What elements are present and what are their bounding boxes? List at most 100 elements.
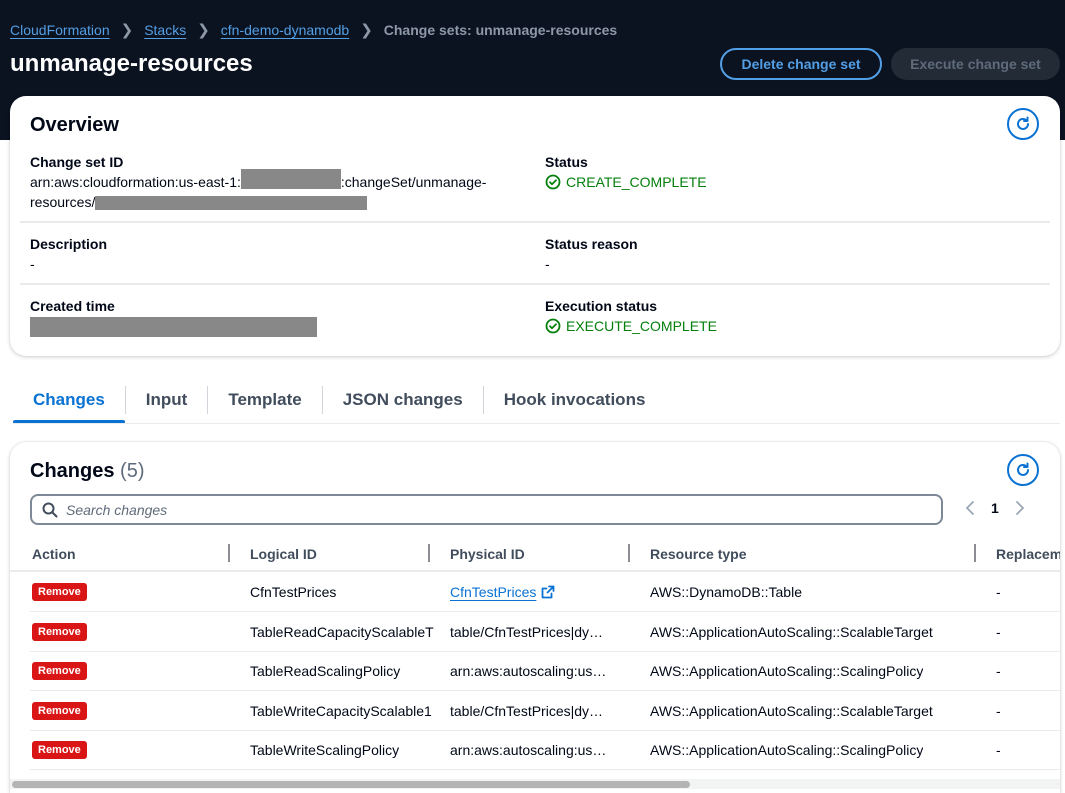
column-resizer[interactable] [228, 544, 230, 562]
tab-hook-invocations[interactable]: Hook invocations [484, 378, 666, 422]
status-text: CREATE_COMPLETE [566, 174, 707, 190]
execution-status-value: EXECUTE_COMPLETE [545, 316, 717, 336]
physical-id-cell: arn:aws:autoscaling:us… [450, 730, 634, 769]
resource-type-cell: AWS::DynamoDB::Table [650, 583, 802, 600]
divider [20, 221, 1050, 223]
column-resizer[interactable] [628, 544, 630, 562]
change-set-id-field: Change set ID arn:aws:cloudformation:us-… [30, 152, 520, 212]
change-set-id-value: arn:aws:cloudformation:us-east-1: :change… [30, 169, 520, 212]
delete-change-set-button[interactable]: Delete change set [720, 48, 882, 80]
physical-id-text: arn:aws:autoscaling:us… [450, 741, 607, 758]
logical-id-cell: TableReadScalingPolicy [250, 662, 401, 679]
redacted-account-id [240, 169, 341, 190]
action-cell: Remove [32, 612, 87, 651]
overview-panel: Overview Change set ID arn:aws:cloudform… [10, 96, 1060, 356]
physical-id-link[interactable]: CfnTestPrices [450, 584, 555, 600]
tab-changes[interactable]: Changes [13, 378, 125, 424]
search-changes-input[interactable] [66, 501, 916, 518]
remove-badge: Remove [32, 622, 87, 641]
physical-id-link-text[interactable]: CfnTestPrices [450, 584, 536, 600]
table-row[interactable]: Remove TableWriteScalingPolicy arn:aws:aut… [30, 730, 1060, 770]
refresh-changes-button[interactable] [1007, 454, 1039, 486]
changes-count: (5) [120, 460, 145, 482]
changes-title-text: Changes [30, 460, 115, 482]
remove-badge: Remove [32, 740, 87, 759]
column-resizer[interactable] [974, 544, 976, 562]
remove-badge: Remove [32, 661, 87, 680]
column-header-physical-id[interactable]: Physical ID [450, 538, 525, 570]
resource-type-cell: AWS::ApplicationAutoScaling::ScalingPoli… [650, 662, 924, 679]
chevron-right-icon: ❯ [120, 22, 134, 39]
horizontal-scrollbar-thumb[interactable] [12, 781, 690, 788]
change-set-id-line2: resources/ [30, 194, 96, 210]
refresh-icon [1017, 116, 1029, 130]
column-header-replacement[interactable]: Replacem [996, 538, 1060, 570]
search-changes-field[interactable] [30, 494, 943, 525]
logical-id-cell: TableReadCapacityScalableT [250, 623, 434, 640]
table-row[interactable]: Remove TableReadScalingPolicy arn:aws:auto… [30, 651, 1060, 691]
execution-status-text: EXECUTE_COMPLETE [566, 318, 717, 334]
created-time-field: Created time [30, 296, 317, 338]
physical-id-text: table/CfnTestPrices|dy… [450, 623, 604, 640]
replacement-cell: - [996, 583, 1001, 600]
refresh-icon [1017, 462, 1029, 476]
changes-panel: Changes (5) 1 Action Logical ID Physical… [10, 442, 1060, 793]
status-reason-value: - [545, 256, 550, 272]
created-time-label: Created time [30, 298, 115, 314]
resource-type-cell: AWS::ApplicationAutoScaling::ScalableTar… [650, 623, 933, 640]
change-set-id-mid: :changeSet/unmanage- [340, 174, 487, 190]
tab-json-changes[interactable]: JSON changes [323, 378, 483, 422]
replacement-cell: - [996, 741, 1001, 758]
next-page-icon[interactable] [1015, 501, 1025, 515]
tab-template[interactable]: Template [208, 378, 321, 422]
status-field: Status CREATE_COMPLETE [545, 152, 707, 192]
column-header-action[interactable]: Action [32, 538, 76, 570]
replacement-cell: - [996, 623, 1001, 640]
physical-id-text: arn:aws:autoscaling:us… [450, 662, 607, 679]
breadcrumb-stacks[interactable]: Stacks [144, 22, 186, 38]
status-label: Status [545, 154, 588, 170]
breadcrumb: CloudFormation ❯ Stacks ❯ cfn-demo-dynam… [10, 21, 617, 39]
check-circle-icon [545, 174, 561, 190]
tabs-underline [13, 423, 1060, 424]
logical-id-cell: CfnTestPrices [250, 583, 337, 600]
breadcrumb-current: Change sets: unmanage-resources [383, 22, 618, 38]
column-header-logical-id[interactable]: Logical ID [250, 538, 317, 570]
replacement-cell: - [996, 662, 1001, 679]
description-value: - [30, 256, 35, 272]
table-row[interactable]: Remove TableWriteCapacityScalable1 table/C… [30, 691, 1060, 731]
search-icon [42, 502, 58, 517]
execute-change-set-button[interactable]: Execute change set [891, 48, 1060, 80]
status-reason-label: Status reason [545, 236, 638, 252]
created-time-value [30, 316, 317, 338]
tab-input[interactable]: Input [126, 378, 208, 422]
execution-status-label: Execution status [545, 298, 658, 314]
physical-id-cell: table/CfnTestPrices|dy… [450, 691, 634, 730]
status-reason-field: Status reason - [545, 234, 638, 274]
column-resizer[interactable] [428, 544, 430, 562]
external-link-icon [541, 585, 555, 598]
description-label: Description [30, 236, 108, 252]
resource-type-cell: AWS::ApplicationAutoScaling::ScalableTar… [650, 702, 933, 719]
chevron-right-icon: ❯ [197, 22, 210, 39]
table-row[interactable]: Remove TableReadCapacityScalableT table/Cf… [30, 612, 1060, 652]
physical-id-cell: table/CfnTestPrices|dy… [450, 612, 634, 651]
page-title: unmanage-resources [10, 50, 253, 77]
action-cell: Remove [32, 572, 87, 611]
table-row[interactable]: Remove CfnTestPrices CfnTestPrices AWS::Dyn… [30, 572, 1060, 612]
check-circle-icon [545, 318, 561, 334]
resource-type-cell: AWS::ApplicationAutoScaling::ScalingPoli… [650, 741, 924, 758]
current-page[interactable]: 1 [991, 500, 999, 516]
redacted-change-set-uuid [95, 196, 368, 211]
chevron-right-icon: ❯ [360, 22, 373, 39]
breadcrumb-stack[interactable]: cfn-demo-dynamodb [221, 22, 349, 38]
change-set-id-prefix: arn:aws:cloudformation:us-east-1: [30, 174, 241, 190]
changes-table-header: Action Logical ID Physical ID Resource t… [10, 538, 1060, 572]
refresh-overview-button[interactable] [1007, 108, 1039, 140]
status-value: CREATE_COMPLETE [545, 172, 707, 192]
action-cell: Remove [32, 730, 87, 769]
previous-page-icon[interactable] [965, 501, 975, 515]
logical-id-cell: TableWriteCapacityScalable1 [250, 702, 432, 719]
breadcrumb-cloudformation[interactable]: CloudFormation [10, 22, 110, 38]
column-header-resource-type[interactable]: Resource type [650, 538, 746, 570]
